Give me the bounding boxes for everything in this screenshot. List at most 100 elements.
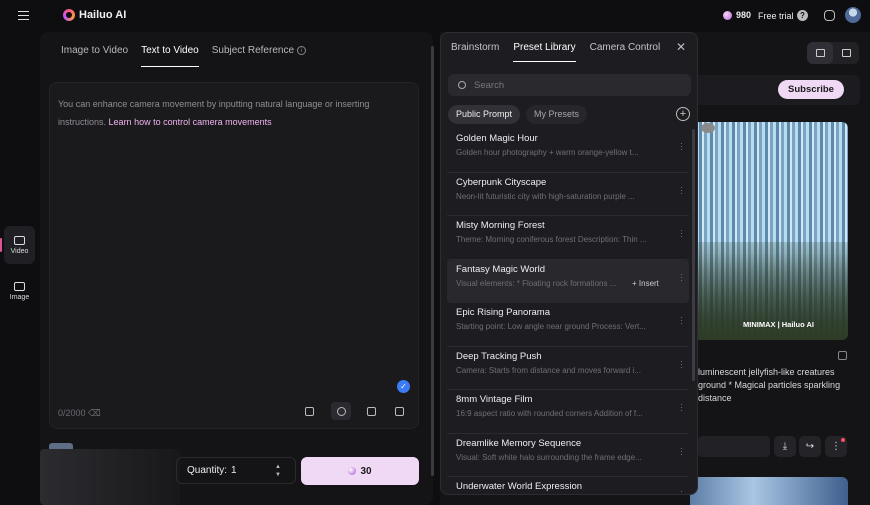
check-icon[interactable]: ✓ (397, 380, 410, 393)
chip-public-prompt[interactable]: Public Prompt (448, 105, 521, 124)
tab-text-to-video[interactable]: Text to Video (141, 45, 199, 67)
tab-camera-control[interactable]: Camera Control (590, 42, 661, 62)
watermark: MINIMAX | Hailuo AI (743, 320, 814, 329)
preset-title: Underwater World Expression (456, 481, 583, 492)
list-view-button[interactable] (833, 42, 859, 64)
list-item[interactable]: Underwater World Expression ··· (447, 477, 689, 495)
more-icon[interactable]: ··· (680, 487, 683, 495)
add-preset-icon[interactable]: + (676, 107, 690, 121)
popover-scrollbar[interactable] (692, 129, 695, 381)
more-icon[interactable]: ··· (680, 139, 683, 154)
more-icon[interactable]: ··· (680, 182, 683, 197)
more-icon[interactable]: ··· (680, 313, 683, 328)
more-icon[interactable]: ··· (680, 356, 683, 371)
tab-label: Subject Reference (211, 45, 295, 56)
prompt-editor[interactable]: You can enhance camera movement by input… (49, 82, 419, 429)
more-icon[interactable]: ··· (680, 269, 683, 284)
avatar[interactable] (845, 7, 861, 23)
preset-title: Cyberpunk Cityscape (456, 176, 547, 188)
preset-description: Visual elements: * Floating rock formati… (456, 278, 617, 288)
download-button[interactable]: ⤓ (774, 436, 796, 457)
list-item[interactable]: Golden Magic Hour Golden hour photograph… (447, 129, 689, 173)
stepper-arrows[interactable]: ▲ ▼ (275, 463, 281, 479)
grid-view-button[interactable] (807, 42, 833, 64)
mode-tabs: Image to Video Text to Video Subject Ref… (61, 45, 307, 67)
more-icon[interactable]: ··· (680, 226, 683, 241)
list-item[interactable]: Deep Tracking Push Camera: Starts from d… (447, 347, 689, 390)
preset-description: Golden hour photography + warm orange-ye… (456, 148, 639, 157)
prompt-enhance-button[interactable] (331, 402, 351, 420)
tab-image-to-video[interactable]: Image to Video (61, 45, 128, 67)
rail-item-image[interactable]: Image (4, 272, 35, 310)
more-button[interactable]: ⋮ (825, 436, 847, 457)
preset-title: 8mm Vintage Film (456, 394, 533, 405)
tab-preset-library[interactable]: Preset Library (513, 42, 576, 62)
credit-icon (348, 467, 357, 475)
generate-cost: 30 (360, 465, 372, 477)
menu-icon[interactable] (18, 11, 29, 20)
preset-title: Dreamlike Memory Sequence (456, 437, 582, 449)
hailuo-logo-icon (63, 9, 75, 21)
popover-tabs: Brainstorm Preset Library Camera Control (451, 42, 660, 62)
more-icon[interactable]: ··· (680, 400, 683, 415)
preset-search[interactable] (448, 74, 691, 96)
rail-item-video[interactable]: Video (4, 226, 35, 264)
free-trial-link[interactable]: Free trial (758, 11, 794, 21)
preset-description: Starting point: Low angle near ground Pr… (456, 322, 646, 331)
quantity-stepper[interactable]: Quantity: 1 ▲ ▼ (176, 457, 296, 484)
copy-icon[interactable] (838, 351, 847, 360)
panel-scrollbar[interactable] (431, 46, 434, 476)
view-toggle[interactable] (807, 42, 859, 64)
subscribe-button[interactable]: Subscribe (778, 80, 844, 99)
eraser-icon[interactable]: ⌫ (88, 408, 101, 418)
list-item[interactable]: Misty Morning Forest Theme: Morning coni… (447, 216, 689, 260)
chip-my-presets[interactable]: My Presets (526, 105, 588, 124)
insert-button[interactable]: + Insert (632, 279, 659, 288)
preset-title: Epic Rising Panorama (456, 307, 550, 318)
preset-description: Theme: Morning coniferous forest Descrip… (456, 235, 647, 244)
camera-help-link[interactable]: Learn how to control camera movements (109, 117, 272, 127)
generate-button[interactable]: 30 (301, 457, 419, 485)
preset-title: Golden Magic Hour (456, 133, 538, 144)
app-logo[interactable]: Hailuo AI (63, 9, 126, 21)
magic-image-icon (394, 406, 404, 416)
tab-brainstorm[interactable]: Brainstorm (451, 42, 499, 62)
feedback-icon[interactable] (824, 10, 835, 21)
preset-description: 16:9 aspect ratio with rounded corners A… (456, 409, 643, 418)
credits-count: 980 (736, 10, 752, 20)
style-button[interactable] (389, 402, 409, 420)
preset-title: Fantasy Magic World (456, 263, 546, 275)
search-input[interactable] (474, 79, 674, 91)
tab-subject-reference[interactable]: Subject Reference i (211, 45, 307, 67)
close-icon[interactable]: ✕ (676, 40, 686, 54)
camera-move-icon (304, 406, 314, 416)
counter-value: 0/2000 (58, 408, 86, 418)
next-video-thumbnail[interactable] (690, 477, 848, 505)
more-icon[interactable]: ··· (680, 443, 683, 458)
preset-button[interactable] (361, 402, 381, 420)
preset-list: Golden Magic Hour Golden hour photograph… (447, 129, 689, 495)
image-icon (14, 281, 25, 291)
credits-display[interactable]: 980 (723, 10, 751, 20)
list-item[interactable]: 8mm Vintage Film 16:9 aspect ratio with … (447, 390, 689, 434)
bottom-fade (40, 449, 180, 505)
list-item[interactable]: Dreamlike Memory Sequence Visual: Soft w… (447, 434, 689, 477)
list-item[interactable]: Cyberpunk Cityscape Neon-lit futuristic … (447, 173, 689, 216)
help-icon[interactable]: ? (797, 10, 808, 21)
prompt-preview[interactable] (698, 436, 770, 457)
app-name: Hailuo AI (79, 9, 127, 21)
more-icon: ⋮ (831, 441, 841, 452)
preset-description: Neon-lit futuristic city with high-satur… (456, 191, 635, 201)
list-item[interactable]: Epic Rising Panorama Starting point: Low… (447, 303, 689, 347)
create-panel: Image to Video Text to Video Subject Ref… (40, 32, 433, 505)
list-icon (841, 49, 851, 57)
download-icon: ⤓ (782, 441, 788, 452)
notification-dot (841, 438, 845, 442)
camera-tool-button[interactable] (299, 402, 319, 420)
list-item[interactable]: Fantasy Magic World Visual elements: * F… (447, 259, 689, 303)
preset-description: Camera: Starts from distance and moves f… (456, 365, 641, 375)
share-button[interactable]: ↪ (799, 436, 821, 457)
balloon-detail (701, 123, 715, 133)
generated-video-thumbnail[interactable]: MINIMAX | Hailuo AI (693, 122, 848, 340)
info-icon[interactable]: i (297, 45, 307, 55)
